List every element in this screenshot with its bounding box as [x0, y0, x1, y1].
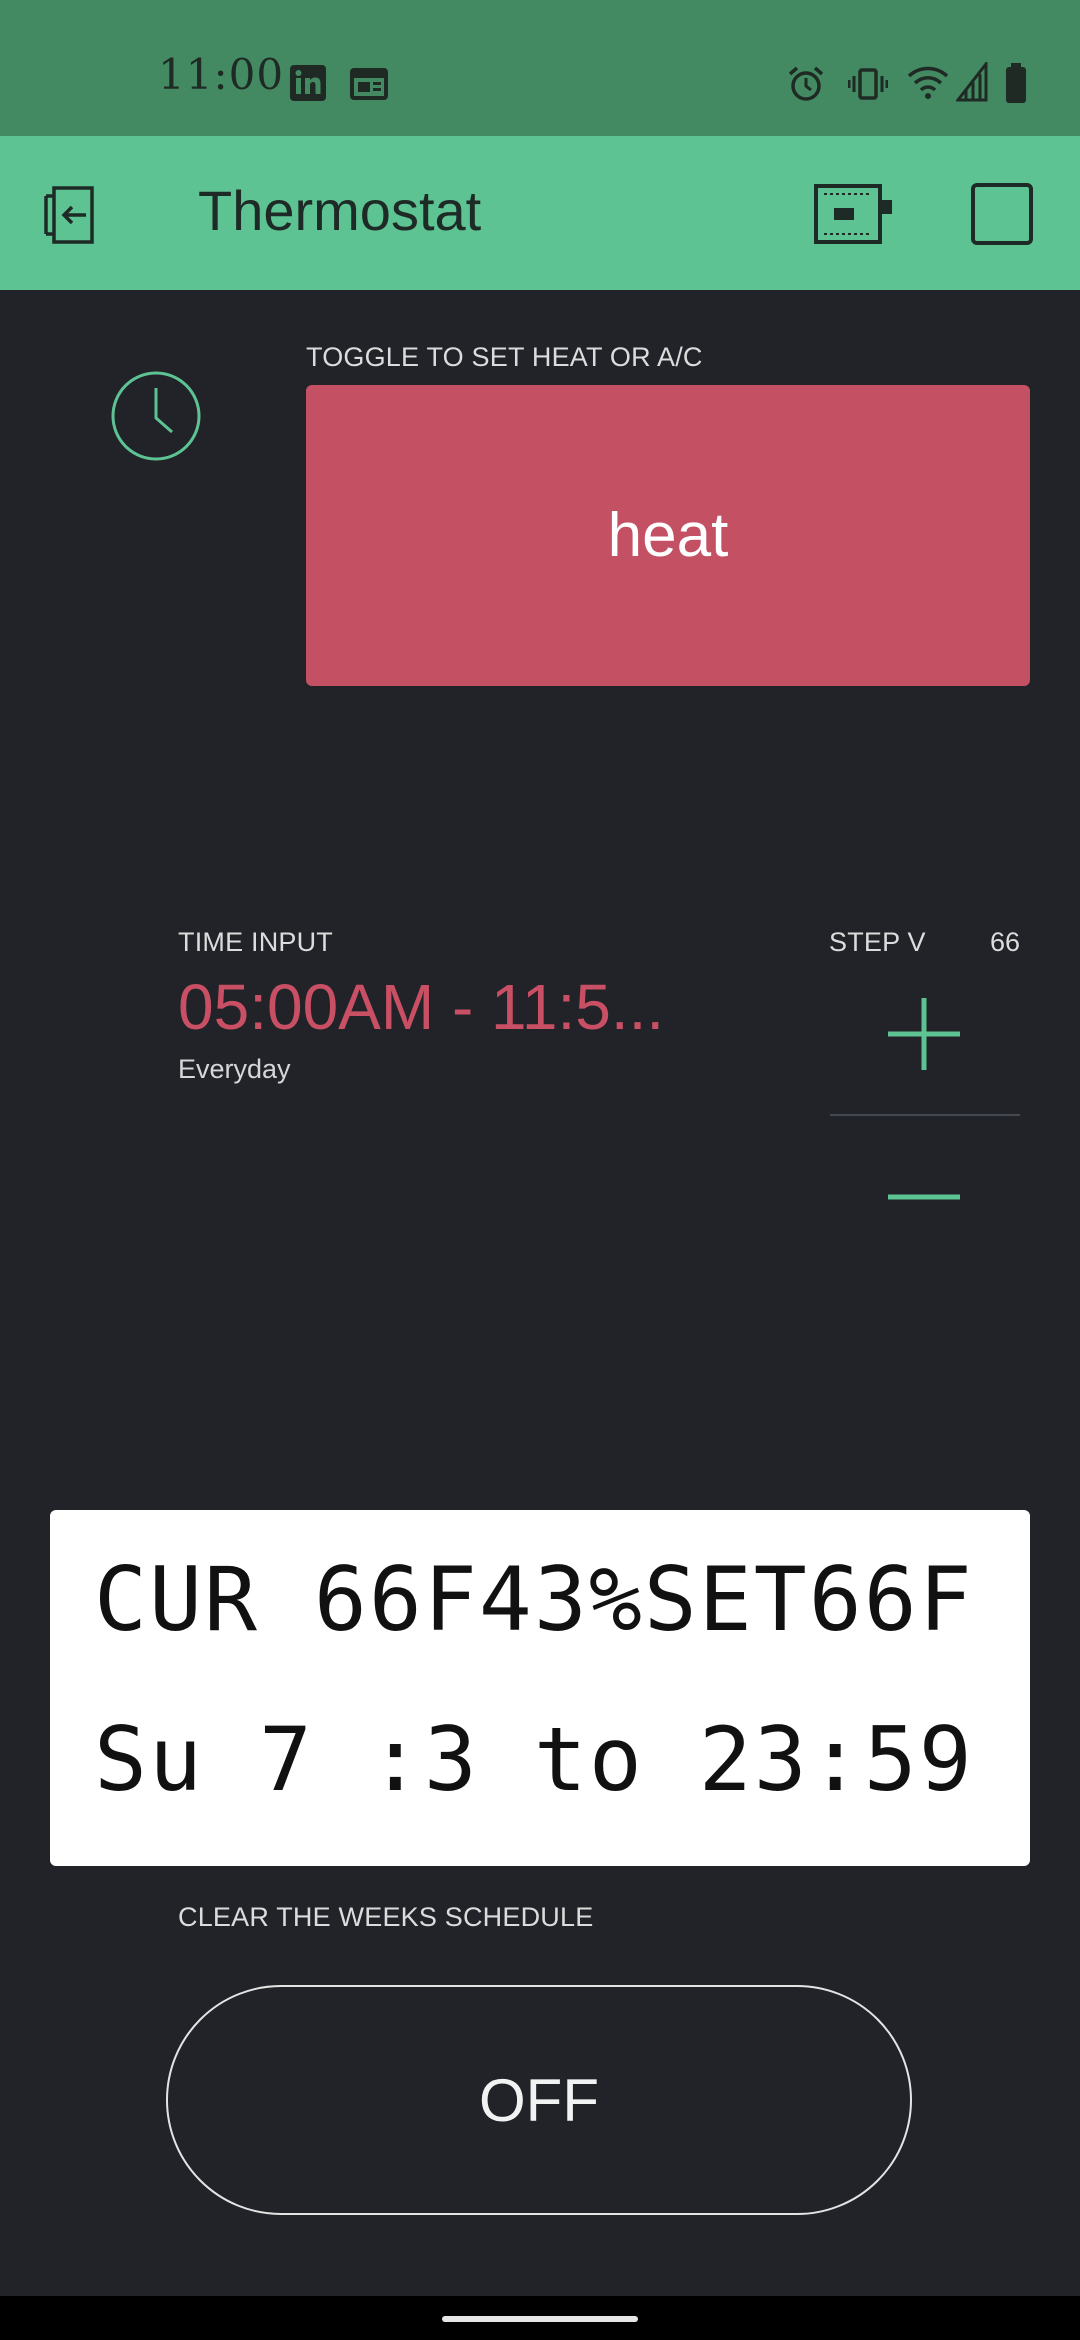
device-icon[interactable] [814, 184, 894, 244]
vibrate-icon [848, 68, 888, 100]
lcd-line-2: Su 7 :3 to 23:59 [94, 1708, 974, 1811]
step-increment-button[interactable] [884, 994, 964, 1074]
clock-icon [111, 371, 201, 461]
status-time: 11:00 [158, 50, 285, 99]
alarm-icon [788, 66, 824, 101]
lcd-display: CUR 66F43%SET66F Su 7 :3 to 23:59 [50, 1510, 1030, 1866]
lcd-line-1: CUR 66F43%SET66F [94, 1548, 974, 1651]
battery-icon [1006, 63, 1026, 103]
time-input-label: TIME INPUT [178, 927, 333, 957]
time-input-days: Everyday [178, 1054, 291, 1084]
signal-icon [956, 62, 988, 102]
clear-schedule-label: CLEAR THE WEEKS SCHEDULE [178, 1902, 594, 1932]
time-input-value[interactable]: 05:00AM - 11:5... [178, 970, 664, 1044]
app-title: Thermostat [198, 179, 482, 242]
linkedin-icon [290, 65, 326, 101]
step-divider [830, 1114, 1020, 1116]
home-gesture-handle[interactable] [442, 2316, 638, 2322]
step-decrement-button[interactable] [884, 1180, 964, 1210]
square-icon[interactable] [970, 182, 1034, 246]
exit-icon[interactable] [42, 180, 112, 250]
wifi-icon [907, 66, 949, 99]
app-bar [0, 136, 1080, 290]
step-value: 66 [990, 927, 1021, 957]
step-label: STEP V [829, 927, 926, 957]
calendar-icon [350, 68, 388, 100]
toggle-label: TOGGLE TO SET HEAT OR A/C [306, 342, 703, 372]
heat-ac-toggle-button[interactable]: heat [306, 385, 1030, 686]
clear-schedule-button[interactable]: OFF [166, 1985, 912, 2215]
